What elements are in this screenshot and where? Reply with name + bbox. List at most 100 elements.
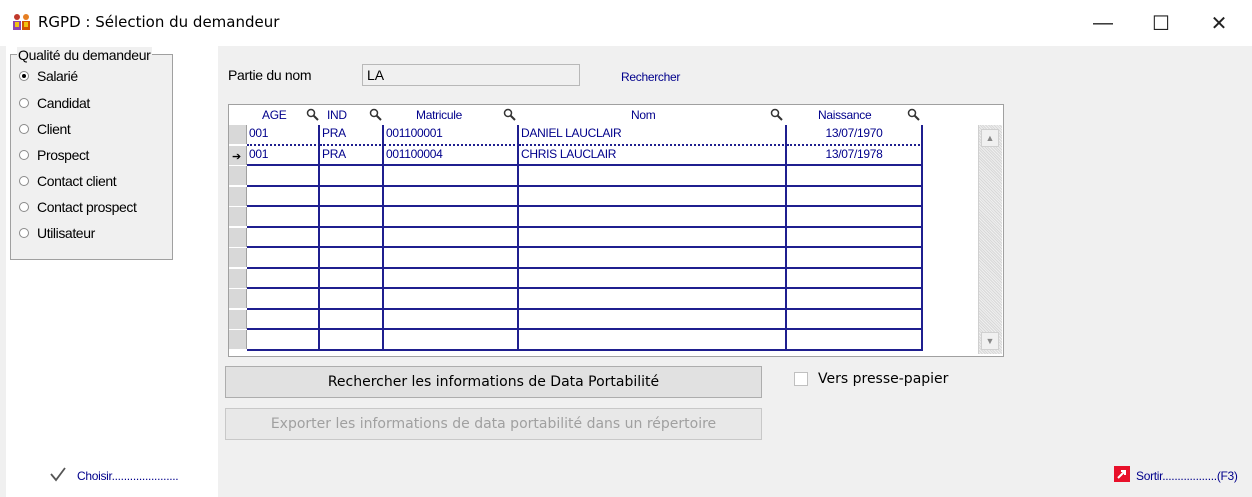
radio-candidat[interactable]: Candidat: [19, 95, 90, 111]
grid-cell-age[interactable]: [247, 248, 320, 269]
grid-cell-matricule[interactable]: [384, 207, 519, 228]
grid-cell-age[interactable]: [247, 330, 320, 351]
grid-cell-nom[interactable]: [519, 166, 787, 187]
search-icon[interactable]: [907, 108, 921, 122]
grid-cell-naissance[interactable]: [787, 309, 923, 330]
close-button[interactable]: ✕: [1196, 0, 1242, 46]
row-selector[interactable]: [229, 166, 247, 185]
grid-cell-matricule[interactable]: [384, 186, 519, 207]
exit-icon[interactable]: [1114, 466, 1130, 482]
grid-cell-age[interactable]: [247, 289, 320, 310]
grid-cell-age[interactable]: [247, 227, 320, 248]
grid-cell-ind[interactable]: [320, 330, 384, 351]
grid-cell-age[interactable]: [247, 186, 320, 207]
row-selector[interactable]: [229, 330, 247, 349]
row-selector[interactable]: [229, 207, 247, 226]
grid-cell-matricule[interactable]: [384, 309, 519, 330]
exit-link[interactable]: Sortir..................(F3): [1136, 469, 1238, 483]
search-link[interactable]: Rechercher: [621, 70, 680, 84]
grid-cell-naissance[interactable]: 13/07/1978: [787, 145, 923, 166]
grid-cell-ind[interactable]: [320, 227, 384, 248]
col-header-nom[interactable]: Nom: [631, 105, 656, 125]
row-selector[interactable]: [229, 125, 247, 144]
grid-cell-nom[interactable]: [519, 227, 787, 248]
col-header-age[interactable]: AGE: [262, 105, 287, 125]
search-portability-button[interactable]: Rechercher les informations de Data Port…: [225, 366, 762, 398]
grid-cell-naissance[interactable]: [787, 186, 923, 207]
row-selector[interactable]: [229, 309, 247, 329]
grid-cell-naissance[interactable]: [787, 289, 923, 310]
grid-cell-nom[interactable]: [519, 289, 787, 310]
grid-cell-ind[interactable]: [320, 207, 384, 228]
search-icon[interactable]: [306, 108, 320, 122]
scroll-down-icon[interactable]: ▼: [981, 332, 999, 350]
grid-cell-age[interactable]: [247, 309, 320, 330]
grid-cell-nom[interactable]: [519, 309, 787, 330]
clipboard-checkbox[interactable]: [794, 372, 808, 386]
checkmark-icon: [50, 467, 66, 482]
choose-link[interactable]: Choisir......................: [77, 469, 179, 483]
maximize-button[interactable]: ☐: [1138, 0, 1184, 46]
radio-utilisateur[interactable]: Utilisateur: [19, 225, 95, 241]
row-selector[interactable]: [229, 186, 247, 206]
name-part-input[interactable]: LA: [362, 64, 580, 86]
grid-cell-matricule[interactable]: 001100001: [384, 125, 519, 146]
grid-cell-ind[interactable]: PRA: [320, 125, 384, 146]
grid-cell-naissance[interactable]: [787, 330, 923, 351]
grid-cell-naissance[interactable]: [787, 166, 923, 187]
grid-cell-ind[interactable]: PRA: [320, 145, 384, 166]
export-portability-button[interactable]: Exporter les informations de data portab…: [225, 408, 762, 440]
row-selector[interactable]: [229, 248, 247, 267]
grid-cell-naissance[interactable]: [787, 248, 923, 269]
grid-cell-naissance[interactable]: [787, 268, 923, 289]
grid-cell-age[interactable]: 001: [247, 125, 320, 146]
search-icon[interactable]: [770, 108, 784, 122]
grid-cell-nom[interactable]: CHRIS LAUCLAIR: [519, 145, 787, 166]
grid-cell-naissance[interactable]: [787, 227, 923, 248]
grid-cell-age[interactable]: [247, 166, 320, 187]
grid-cell-matricule[interactable]: [384, 268, 519, 289]
scroll-up-icon[interactable]: ▲: [981, 129, 999, 147]
minimize-button[interactable]: —: [1080, 0, 1126, 46]
grid-cell-nom[interactable]: [519, 207, 787, 228]
grid-cell-nom[interactable]: [519, 330, 787, 351]
col-header-naissance[interactable]: Naissance: [818, 105, 872, 125]
radio-contact-prospect[interactable]: Contact prospect: [19, 199, 137, 215]
grid-cell-ind[interactable]: [320, 289, 384, 310]
grid-cell-nom[interactable]: [519, 186, 787, 207]
col-header-ind[interactable]: IND: [327, 105, 347, 125]
vertical-scrollbar[interactable]: ▲ ▼: [978, 125, 1002, 354]
results-grid: AGE IND Matricule Nom Naissance 001 PRA 00…: [228, 104, 1004, 357]
grid-cell-nom[interactable]: [519, 248, 787, 269]
radio-client[interactable]: Client: [19, 121, 71, 137]
grid-cell-ind[interactable]: [320, 166, 384, 187]
grid-cell-ind[interactable]: [320, 268, 384, 289]
col-header-matricule[interactable]: Matricule: [416, 105, 462, 125]
grid-cell-ind[interactable]: [320, 309, 384, 330]
grid-cell-matricule[interactable]: [384, 166, 519, 187]
grid-cell-matricule[interactable]: 001100004: [384, 145, 519, 166]
grid-cell-naissance[interactable]: [787, 207, 923, 228]
radio-label: Client: [37, 121, 71, 137]
grid-cell-age[interactable]: 001: [247, 145, 320, 166]
grid-cell-nom[interactable]: [519, 268, 787, 289]
grid-cell-ind[interactable]: [320, 248, 384, 269]
radio-contact-client[interactable]: Contact client: [19, 173, 117, 189]
radio-prospect[interactable]: Prospect: [19, 147, 89, 163]
row-selector[interactable]: [229, 227, 247, 247]
row-selector[interactable]: [229, 268, 247, 288]
search-icon[interactable]: [503, 108, 517, 122]
grid-cell-matricule[interactable]: [384, 227, 519, 248]
grid-cell-naissance[interactable]: 13/07/1970: [787, 125, 923, 146]
search-icon[interactable]: [369, 108, 383, 122]
radio-salarie[interactable]: Salarié: [19, 68, 78, 84]
grid-cell-matricule[interactable]: [384, 289, 519, 310]
grid-cell-nom[interactable]: DANIEL LAUCLAIR: [519, 125, 787, 146]
grid-cell-age[interactable]: [247, 207, 320, 228]
grid-cell-matricule[interactable]: [384, 248, 519, 269]
grid-cell-ind[interactable]: [320, 186, 384, 207]
grid-cell-age[interactable]: [247, 268, 320, 289]
grid-cell-matricule[interactable]: [384, 330, 519, 351]
row-selector[interactable]: ➔: [229, 145, 247, 165]
row-selector[interactable]: [229, 289, 247, 308]
